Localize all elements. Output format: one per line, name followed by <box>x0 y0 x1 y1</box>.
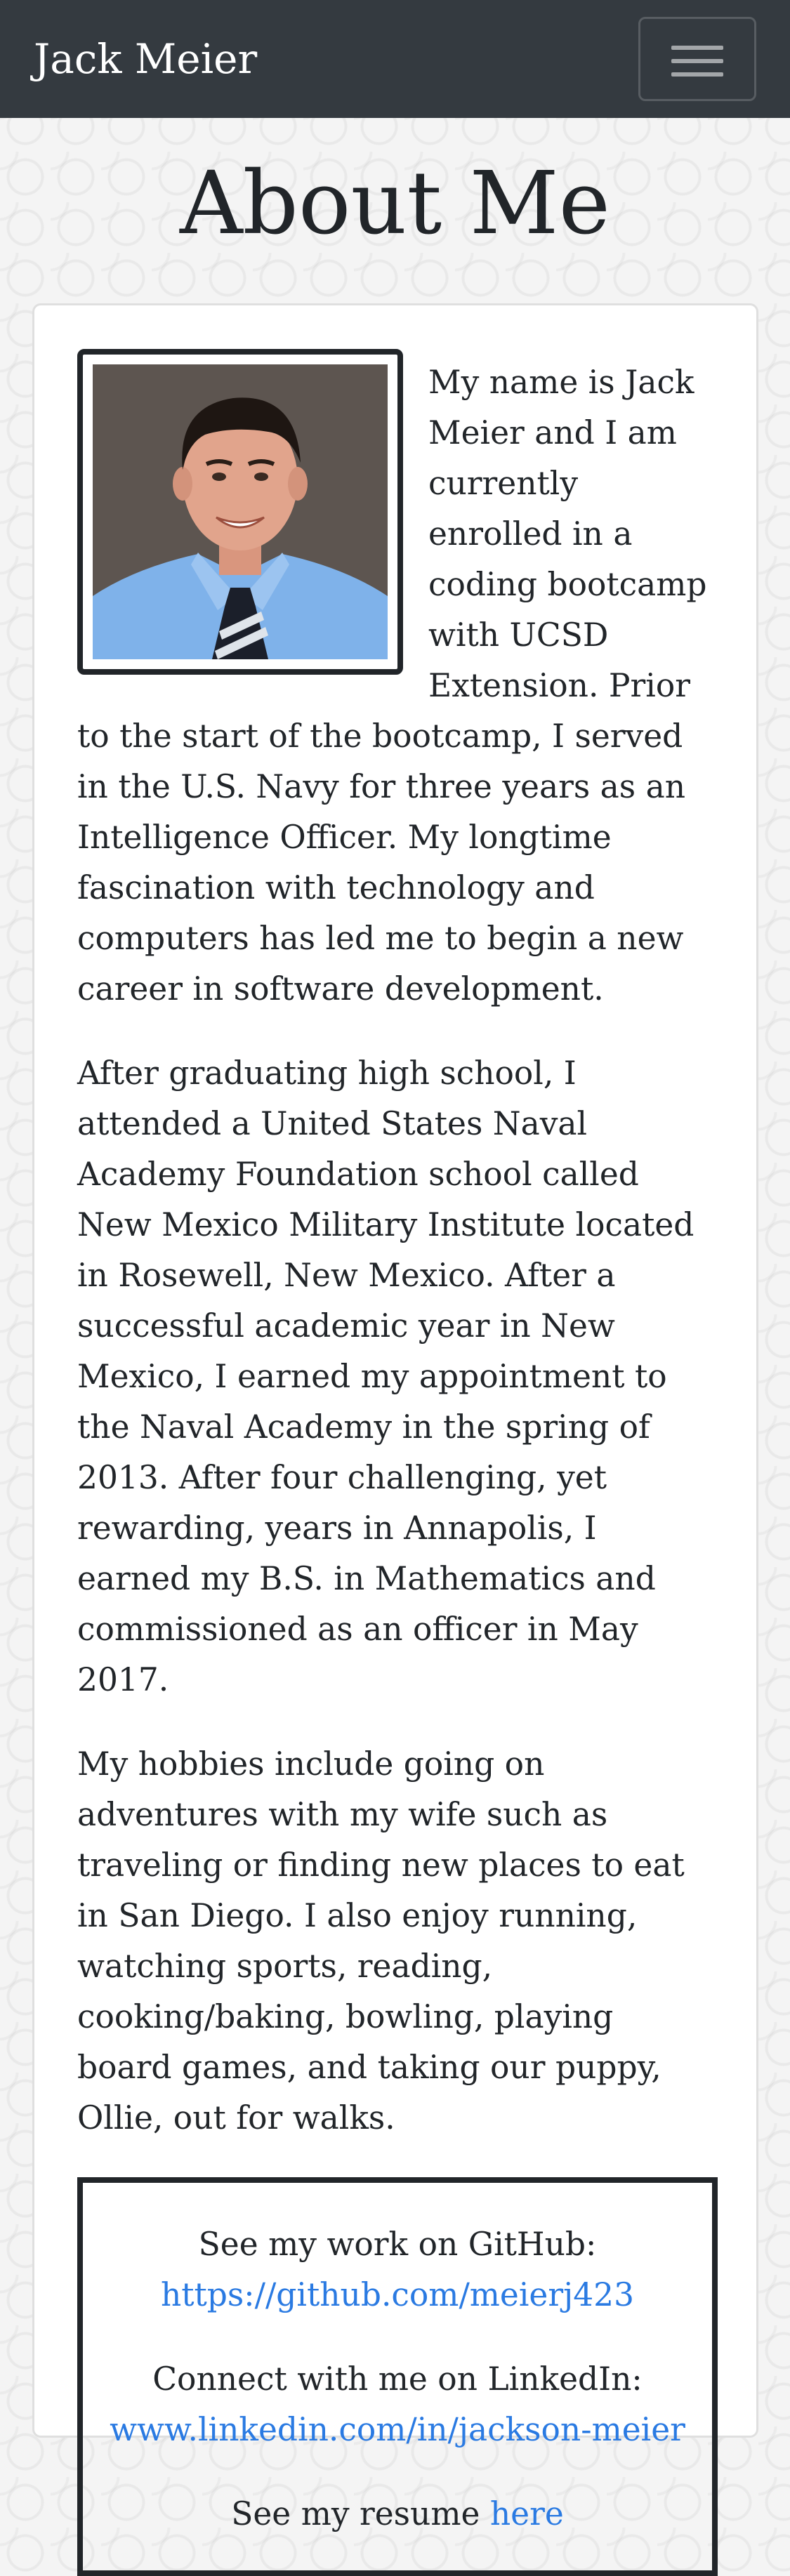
linkedin-section: Connect with me on LinkedIn: www.linkedi… <box>97 2354 698 2455</box>
profile-photo <box>93 364 388 659</box>
linkedin-label: Connect with me on LinkedIn: <box>152 2360 643 2398</box>
about-card-body: My name is Jack Meier and I am currently… <box>77 349 718 2576</box>
navbar-toggle-button[interactable] <box>638 17 756 101</box>
brand-link[interactable]: Jack Meier <box>34 31 257 87</box>
about-paragraph-3: My hobbies include going on adventures w… <box>77 1745 685 2136</box>
github-section: See my work on GitHub: https://github.co… <box>97 2219 698 2320</box>
github-link[interactable]: https://github.com/meierj423 <box>161 2276 634 2313</box>
resume-link[interactable]: here <box>490 2495 564 2532</box>
links-box: See my work on GitHub: https://github.co… <box>77 2177 718 2576</box>
linkedin-link[interactable]: www.linkedin.com/in/jackson-meier <box>110 2411 685 2448</box>
resume-section: See my resume here <box>97 2489 698 2539</box>
about-card: My name is Jack Meier and I am currently… <box>32 303 758 2576</box>
about-paragraph-2: After graduating high school, I attended… <box>77 1055 694 1698</box>
page-title: About Me <box>179 153 611 254</box>
profile-photo-frame <box>77 349 403 675</box>
resume-label: See my resume <box>231 2495 480 2532</box>
navbar: Jack Meier <box>0 0 790 118</box>
github-label: See my work on GitHub: <box>198 2226 597 2263</box>
